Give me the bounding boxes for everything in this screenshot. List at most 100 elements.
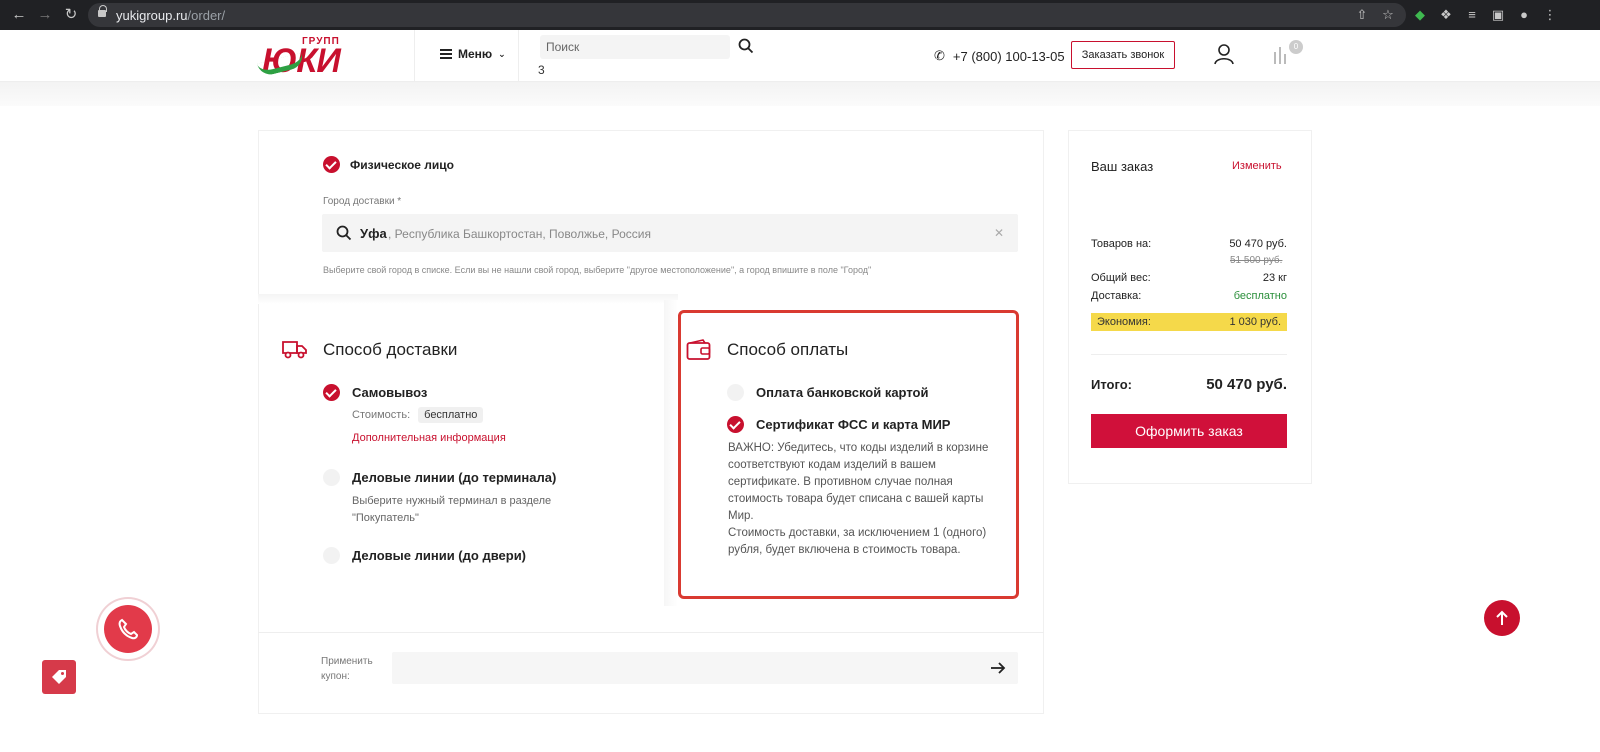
terminal-description: Выберите нужный терминал в разделе [352, 495, 552, 507]
url-text: yukigroup.ru/order/ [116, 8, 226, 23]
menu-label: Меню [458, 47, 493, 61]
total-value: 50 470 руб. [1206, 376, 1287, 393]
radio-unchecked-icon [323, 547, 340, 564]
callback-button[interactable]: Заказать звонок [1071, 41, 1175, 69]
summary-divider [1091, 354, 1287, 355]
summary-weight-row: Общий вес: 23 кг [1091, 272, 1287, 284]
phone-icon: ✆ [934, 48, 945, 63]
section-divider [258, 294, 678, 304]
weight-value: 23 кг [1262, 272, 1287, 284]
call-widget-button[interactable] [104, 605, 152, 653]
summary-delivery-row: Доставка: бесплатно [1091, 290, 1287, 302]
payment-option-certificate[interactable]: Сертификат ФСС и карта МИР [727, 416, 950, 433]
wallet-icon [686, 339, 711, 360]
phone-icon [118, 618, 139, 640]
header-divider [518, 30, 519, 82]
search-suggestion-text: 3 [538, 63, 545, 77]
delivery-value: бесплатно [1233, 290, 1287, 302]
economy-badge: Экономия: 1 030 руб. [1091, 313, 1287, 331]
coupon-tag-button[interactable] [42, 660, 76, 694]
shield-extension-icon[interactable]: ◆ [1412, 7, 1428, 23]
clear-icon[interactable]: ✕ [994, 226, 1004, 240]
check-icon [727, 416, 744, 433]
compare-count-badge: 0 [1289, 40, 1303, 54]
economy-value: 1 030 руб. [1229, 316, 1281, 328]
profile-icon[interactable]: ● [1516, 7, 1532, 23]
reading-list-icon[interactable]: ≡ [1464, 7, 1480, 23]
check-icon [323, 156, 340, 173]
tag-icon [52, 670, 66, 684]
additional-info-link[interactable]: Дополнительная информация [352, 432, 506, 444]
lock-icon [98, 5, 107, 19]
truck-icon [282, 341, 307, 359]
cost-value-badge: бесплатно [418, 407, 484, 423]
city-region: , Республика Башкортостан, Поволжье, Рос… [388, 227, 651, 241]
buyer-type-label: Физическое лицо [350, 157, 455, 172]
payment-section-title: Способ оплаты [727, 340, 849, 359]
section-divider [664, 300, 678, 606]
browser-toolbar: ← → ↻ yukigroup.ru/order/ ⇧ ☆ ◆ ❖ ≡ ▣ ● … [0, 0, 1600, 30]
goods-label: Товаров на: [1091, 238, 1152, 250]
payment-note: ВАЖНО: Убедитесь, что коды изделий в кор… [728, 440, 1008, 559]
check-icon [323, 384, 340, 401]
arrow-up-icon [1496, 610, 1508, 625]
payment-option-label: Сертификат ФСС и карта МИР [756, 417, 951, 432]
payment-option-label: Оплата банковской картой [756, 385, 929, 400]
goods-old-price: 51 500 руб. [1230, 255, 1283, 266]
coupon-divider [258, 632, 1044, 633]
economy-label: Экономия: [1097, 316, 1151, 328]
delivery-option-pickup[interactable]: Самовывоз [323, 384, 427, 401]
puzzle-extension-icon[interactable]: ❖ [1438, 7, 1454, 23]
delivery-label: Доставка: [1091, 290, 1142, 302]
back-icon[interactable]: ← [10, 6, 28, 24]
delivery-cost: Стоимость: бесплатно [352, 407, 484, 423]
search-input[interactable] [540, 35, 730, 59]
search-box [540, 35, 730, 59]
delivery-option-label: Самовывоз [352, 385, 428, 400]
summary-total-row: Итого: 50 470 руб. [1091, 376, 1287, 393]
hamburger-icon [440, 49, 452, 59]
coupon-label: Применить купон: [321, 656, 373, 682]
delivery-section-title: Способ доставки [323, 340, 458, 359]
delivery-option-label: Деловые линии (до двери) [352, 548, 527, 563]
site-header: ГРУПП ЮКИ Меню ⌄ 3 ✆ +7 (800) 100-13-05 … [0, 30, 1600, 82]
payment-note-delivery: Стоимость доставки, за исключением 1 (од… [728, 527, 987, 556]
payment-option-card[interactable]: Оплата банковской картой [727, 384, 928, 401]
user-icon[interactable] [1214, 43, 1234, 65]
reload-icon[interactable]: ↻ [62, 6, 80, 24]
goods-value: 50 470 руб. [1229, 238, 1287, 250]
header-divider [414, 30, 415, 82]
summary-title: Ваш заказ [1091, 159, 1154, 174]
radio-unchecked-icon [323, 469, 340, 486]
menu-button[interactable]: Меню ⌄ [440, 47, 506, 61]
weight-label: Общий вес: [1091, 272, 1151, 284]
place-order-button[interactable]: Оформить заказ [1091, 414, 1287, 448]
arrow-right-icon[interactable] [990, 660, 1006, 676]
payment-note-important: ВАЖНО: Убедитесь, что коды изделий в кор… [728, 442, 989, 522]
phone-link[interactable]: ✆ +7 (800) 100-13-05 [934, 48, 1065, 64]
bookmark-star-icon[interactable]: ☆ [1380, 7, 1396, 23]
share-icon[interactable]: ⇧ [1354, 7, 1370, 23]
delivery-option-terminal[interactable]: Деловые линии (до терминала) [323, 469, 556, 486]
summary-goods-row: Товаров на: 50 470 руб. [1091, 238, 1287, 250]
city-hint-text: Выберите свой город в списке. Если вы не… [323, 265, 872, 275]
cost-label: Стоимость: [352, 409, 411, 421]
browser-menu-icon[interactable]: ⋮ [1542, 7, 1558, 23]
side-panel-icon[interactable]: ▣ [1490, 7, 1506, 23]
city-input[interactable]: Уфа , Республика Башкортостан, Поволжье,… [322, 214, 1018, 252]
search-icon[interactable] [738, 38, 754, 54]
city-value: Уфа [360, 226, 387, 241]
delivery-option-door[interactable]: Деловые линии (до двери) [323, 547, 526, 564]
chevron-down-icon: ⌄ [498, 48, 506, 59]
coupon-input[interactable] [392, 652, 1018, 684]
site-logo[interactable]: ГРУПП ЮКИ [256, 36, 372, 80]
scroll-to-top-button[interactable] [1484, 600, 1520, 636]
search-icon [336, 225, 352, 241]
terminal-description: "Покупатель" [352, 512, 419, 524]
address-bar[interactable]: yukigroup.ru/order/ ⇧ ☆ [88, 3, 1406, 27]
phone-number: +7 (800) 100-13-05 [952, 48, 1065, 64]
forward-icon[interactable]: → [36, 6, 54, 24]
buyer-type-option[interactable]: Физическое лицо [323, 156, 454, 173]
edit-order-link[interactable]: Изменить [1232, 160, 1282, 172]
city-field-label: Город доставки * [323, 196, 402, 207]
